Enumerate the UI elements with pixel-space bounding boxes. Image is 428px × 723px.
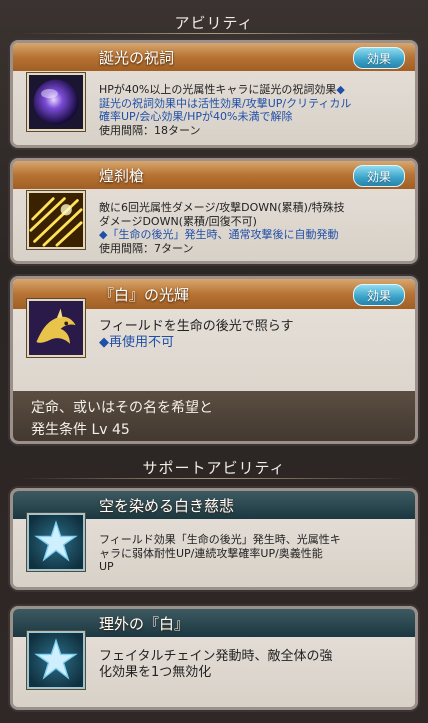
ability-card-1[interactable]: 誕光の祝詞 効果 HPが40%以上の光属性キャラに誕光の祝詞効果◆ 誕光の祝詞効…	[10, 40, 418, 148]
ability-header: 誕光の祝詞 効果	[13, 43, 415, 71]
ability-card-2[interactable]: 煌刹槍 効果 敵に6回光属性ダメージ/攻撃DOWN(累積)/特殊技 ダメージDO…	[10, 158, 418, 264]
footer-flavor-text: 定命、或いはその名を希望と	[31, 400, 213, 416]
support-card-2[interactable]: 理外の『白』 フェイタルチェイン発動時、敵全体の強 化効果を1つ無効化	[10, 606, 418, 710]
section-title-text: アビリティ	[174, 13, 254, 32]
light-lances-icon	[27, 191, 85, 249]
ability-card-3[interactable]: 『白』の光輝 効果 フィールドを生命の後光で照らす ◆再使用不可 定命、或いはそ…	[10, 276, 418, 444]
unlock-condition: 発生条件 Lv 45	[31, 422, 130, 438]
effect-badge-button[interactable]: 効果	[353, 47, 405, 69]
support-card-1[interactable]: 空を染める白き慈悲 フィールド効果「生命の後光」発生時、光属性キ ャラに弱体耐性…	[10, 488, 418, 590]
support-description: フィールド効果「生命の後光」発生時、光属性キ ャラに弱体耐性UP/連続攻撃確率U…	[99, 533, 341, 573]
ability-name: 誕光の祝詞	[99, 49, 175, 67]
section-title-text: サポートアビリティ	[142, 458, 286, 477]
divider	[20, 33, 408, 34]
star-icon	[27, 631, 85, 689]
ability-description: フィールドを生命の後光で照らす ◆再使用不可	[99, 319, 294, 350]
unlock-footer: 定命、或いはその名を希望と 発生条件 Lv 45	[13, 391, 415, 441]
purple-orb-icon	[27, 73, 85, 131]
support-section-title: サポートアビリティ	[0, 452, 428, 482]
support-name: 空を染める白き慈悲	[99, 497, 235, 515]
support-name: 理外の『白』	[99, 615, 190, 633]
divider	[20, 478, 408, 479]
effect-badge-button[interactable]: 効果	[353, 284, 405, 306]
ability-description: 敵に6回光属性ダメージ/攻撃DOWN(累積)/特殊技 ダメージDOWN(累積/回…	[99, 201, 345, 255]
effect-badge-button[interactable]: 効果	[353, 165, 405, 187]
ability-description: HPが40%以上の光属性キャラに誕光の祝詞効果◆ 誕光の祝詞効果中は活性効果/攻…	[99, 83, 352, 137]
white-dragon-icon	[27, 299, 85, 357]
support-description: フェイタルチェイン発動時、敵全体の強 化効果を1つ無効化	[99, 649, 333, 680]
ability-name: 『白』の光輝	[99, 286, 190, 304]
abilities-section-title: アビリティ	[0, 7, 428, 37]
ability-header: 煌刹槍 効果	[13, 161, 415, 189]
ability-name: 煌刹槍	[99, 167, 145, 185]
star-icon	[27, 513, 85, 571]
